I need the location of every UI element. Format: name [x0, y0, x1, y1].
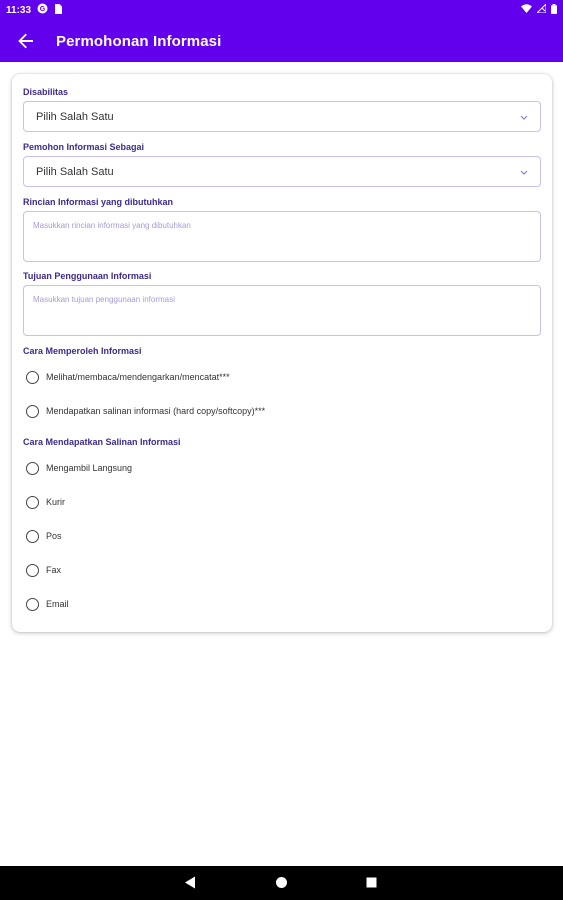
pemohon-label: Pemohon Informasi Sebagai [23, 142, 145, 152]
svg-text:G: G [40, 6, 46, 13]
radio-button[interactable] [26, 495, 39, 509]
form-card: Disabilitas Pilih Salah Satu Pemohon Inf… [12, 74, 552, 632]
radio-label: Email [46, 599, 69, 609]
wifi-icon [521, 4, 532, 16]
pemohon-dropdown[interactable]: Pilih Salah Satu [23, 156, 541, 187]
radio-label: Mendapatkan salinan informasi (hard copy… [46, 406, 266, 416]
radio-label: Fax [46, 565, 62, 575]
radio-button[interactable] [26, 404, 39, 418]
radio-button[interactable] [26, 563, 39, 577]
home-circle-icon[interactable] [275, 876, 288, 894]
tujuan-input[interactable] [23, 285, 541, 336]
radio-option-email[interactable]: Email [26, 595, 69, 613]
cara-mendapatkan-label: Cara Mendapatkan Salinan Informasi [23, 437, 181, 447]
radio-option-kurir[interactable]: Kurir [26, 493, 65, 511]
status-time: 11:33 [6, 4, 32, 16]
rincian-input[interactable] [23, 211, 541, 262]
tujuan-label: Tujuan Penggunaan Informasi [23, 271, 152, 281]
radio-option-mengambil[interactable]: Mengambil Langsung [26, 459, 132, 477]
disabilitas-label: Disabilitas [23, 87, 69, 97]
rincian-label: Rincian Informasi yang dibutuhkan [23, 197, 174, 207]
dropdown-arrow-icon [520, 111, 528, 123]
radio-button[interactable] [26, 597, 39, 611]
back-triangle-icon[interactable] [184, 876, 197, 894]
radio-button[interactable] [26, 461, 39, 475]
radio-label: Melihat/membaca/mendengarkan/mencatat*** [46, 372, 230, 382]
radio-option-fax[interactable]: Fax [26, 561, 61, 579]
disabilitas-dropdown[interactable]: Pilih Salah Satu [23, 101, 541, 132]
sim-card-icon [54, 3, 63, 17]
cara-memperoleh-label: Cara Memperoleh Informasi [23, 346, 142, 356]
radio-option-pos[interactable]: Pos [26, 527, 62, 545]
app-bar: Permohonan Informasi [0, 20, 563, 62]
recents-square-icon[interactable] [365, 876, 378, 894]
g-icon: G [37, 3, 48, 17]
system-nav-bar [0, 866, 563, 900]
back-button[interactable] [12, 27, 40, 55]
radio-label: Mengambil Langsung [46, 463, 133, 473]
radio-button[interactable] [26, 529, 39, 543]
page-title: Permohonan Informasi [56, 32, 222, 50]
battery-icon [551, 3, 557, 17]
pemohon-value: Pilih Salah Satu [36, 165, 114, 178]
radio-option-salinan[interactable]: Mendapatkan salinan informasi (hard copy… [26, 402, 265, 420]
radio-button[interactable] [26, 370, 39, 384]
disabilitas-value: Pilih Salah Satu [36, 110, 114, 123]
radio-label: Kurir [46, 497, 66, 507]
radio-option-melihat[interactable]: Melihat/membaca/mendengarkan/mencatat*** [26, 368, 230, 386]
dropdown-arrow-icon [520, 166, 528, 178]
arrow-back-icon [18, 33, 33, 49]
no-signal-icon [535, 2, 547, 16]
radio-label: Pos [46, 531, 62, 541]
status-bar: 11:33 G [0, 0, 563, 20]
